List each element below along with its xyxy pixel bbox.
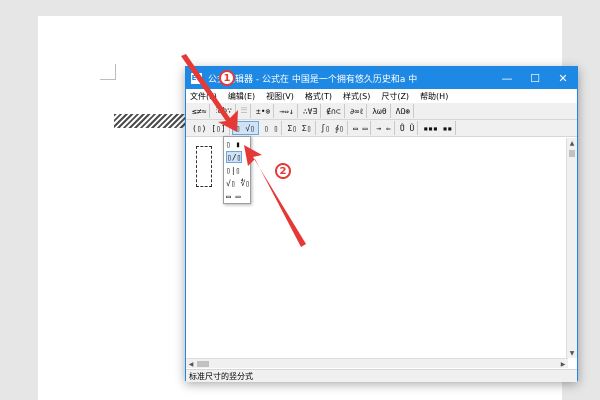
step-marker-1: 1 (219, 70, 235, 86)
step-marker-2: 2 (275, 163, 291, 179)
annotation-arrows (181, 54, 306, 247)
annotation-arrow-1 (181, 54, 238, 132)
annotation-arrow-2 (244, 145, 306, 247)
